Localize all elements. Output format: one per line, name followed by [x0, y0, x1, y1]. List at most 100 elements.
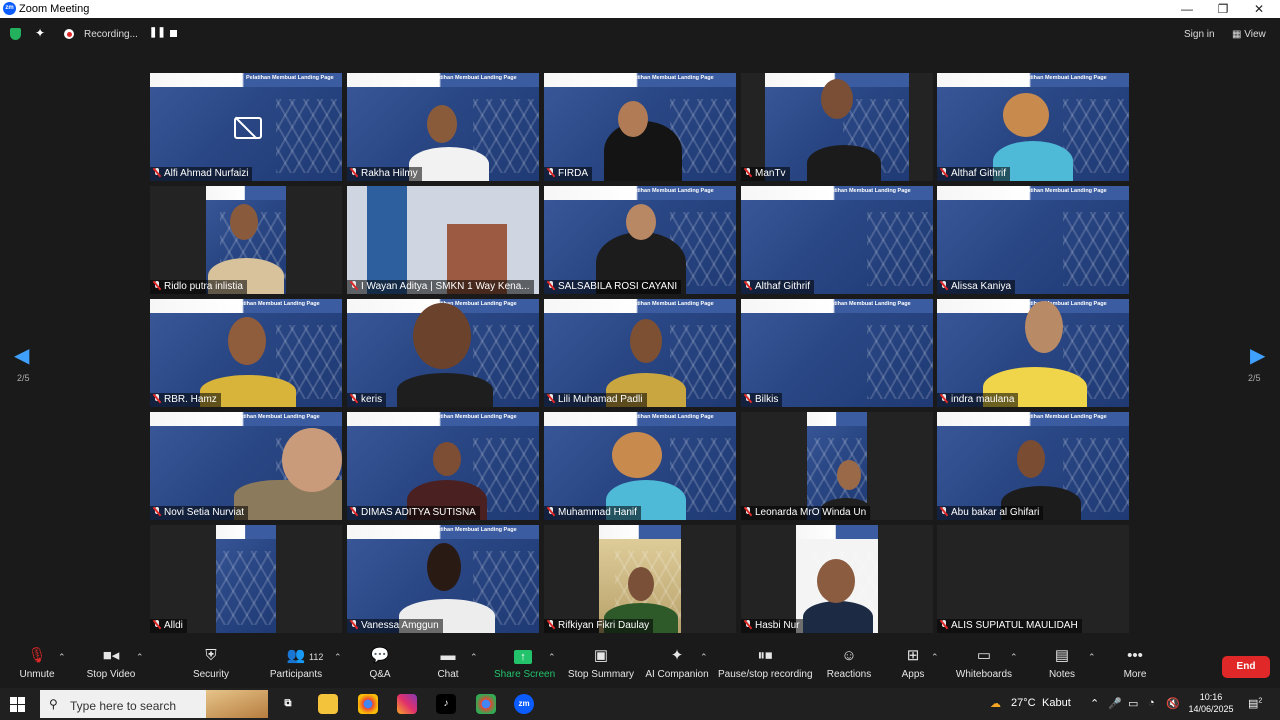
participants-options-chevron-icon[interactable]: ⌃	[334, 652, 342, 663]
banner-text: Pelatihan Membuat Landing Page	[1019, 75, 1107, 81]
apps-options-chevron-icon[interactable]: ⌃	[931, 652, 939, 663]
participant-tile[interactable]: ManTv	[741, 73, 933, 181]
chat-button[interactable]: ▬ Chat	[430, 640, 466, 688]
end-meeting-button[interactable]: End	[1222, 656, 1270, 678]
view-button[interactable]: ▦ View	[1232, 29, 1266, 40]
participant-name: Vanessa Amggun	[347, 619, 443, 633]
whiteboards-button[interactable]: ▭ Whiteboards	[954, 640, 1014, 688]
participant-tile[interactable]: Pelatihan Membuat Landing Page Bilkis	[741, 299, 933, 407]
prev-page-arrow-icon[interactable]: ◀	[14, 343, 29, 368]
sign-in-button[interactable]: Sign in	[1184, 29, 1215, 40]
participant-tile[interactable]: Pelatihan Membuat Landing Page Muhammad …	[544, 412, 736, 520]
recording-stop-button[interactable]	[170, 30, 177, 37]
chrome-icon[interactable]	[358, 694, 378, 714]
participant-tile[interactable]: Pelatihan Membuat Landing Page indra mau…	[937, 299, 1129, 407]
banner-text: Pelatihan Membuat Landing Page	[429, 414, 517, 420]
participant-tile[interactable]: Pelatihan Membuat Landing Page RBR. Hamz	[150, 299, 342, 407]
ai-options-chevron-icon[interactable]: ⌃	[700, 652, 708, 663]
encryption-shield-icon[interactable]	[10, 28, 21, 40]
participant-tile[interactable]: Pelatihan Membuat Landing Page Vanessa A…	[347, 525, 539, 633]
whiteboards-options-chevron-icon[interactable]: ⌃	[1010, 652, 1018, 663]
minimize-button[interactable]: —	[1170, 0, 1204, 18]
participant-tile[interactable]: Pelatihan Membuat Landing Page Abu bakar…	[937, 412, 1129, 520]
notes-button[interactable]: ▤ Notes	[1046, 640, 1078, 688]
participant-tile[interactable]: Pelatihan Membuat Landing Page Althaf Gi…	[937, 73, 1129, 181]
share-options-chevron-icon[interactable]: ⌃	[548, 652, 556, 663]
participant-tile[interactable]: Rifkiyan Fikri Daulay	[544, 525, 736, 633]
reactions-button[interactable]: ☺ Reactions	[826, 640, 872, 688]
task-view-icon[interactable]: ⧉	[278, 694, 298, 714]
unmute-options-chevron-icon[interactable]: ⌃	[58, 652, 66, 663]
tray-microphone-icon[interactable]: 🎤	[1108, 697, 1122, 710]
chat-icon: ▬	[440, 647, 456, 664]
zoom-taskbar-icon[interactable]: zm	[514, 694, 534, 714]
security-button[interactable]: ⛨ Security	[188, 640, 234, 688]
participant-tile[interactable]: Pelatihan Membuat Landing Page Alfi Ahma…	[150, 73, 342, 181]
share-screen-button[interactable]: ↑ Share Screen	[494, 640, 555, 688]
qa-button[interactable]: 💬 Q&A	[360, 640, 400, 688]
notification-count: 2	[1258, 697, 1263, 705]
participant-tile[interactable]: ALIS SUPIATUL MAULIDAH	[937, 525, 1129, 633]
participant-tile[interactable]: Pelatihan Membuat Landing Page DIMAS ADI…	[347, 412, 539, 520]
participant-name: FIRDA	[544, 167, 592, 181]
notes-options-chevron-icon[interactable]: ⌃	[1088, 652, 1096, 663]
participant-tile[interactable]: Pelatihan Membuat Landing Page SALSABILA…	[544, 186, 736, 294]
volume-muted-icon[interactable]: 🔇	[1166, 697, 1180, 710]
chrome-profile-icon[interactable]	[476, 694, 496, 714]
participant-tile[interactable]: Leonarda MrO Winda Un	[741, 412, 933, 520]
participant-tile[interactable]: Pelatihan Membuat Landing Page Novi Seti…	[150, 412, 342, 520]
network-icon[interactable]: ▭	[1128, 697, 1138, 710]
tray-chevron-icon[interactable]: ⌃	[1090, 697, 1099, 710]
taskbar-search-box[interactable]: ⚲ Type here to search	[40, 690, 268, 718]
participant-tile[interactable]: Pelatihan Membuat Landing Page keris	[347, 299, 539, 407]
weather-icon: ☁	[990, 698, 1001, 710]
participant-tile[interactable]: Pelatihan Membuat Landing Page Alissa Ka…	[937, 186, 1129, 294]
participant-tile[interactable]: Hasbi Nur	[741, 525, 933, 633]
participant-tile[interactable]: Pelatihan Membuat Landing Page Lili Muha…	[544, 299, 736, 407]
mic-muted-icon	[940, 281, 948, 290]
participant-name: SALSABILA ROSI CAYANI	[544, 280, 682, 294]
windows-start-icon[interactable]	[10, 697, 25, 712]
search-icon: ⚲	[49, 697, 58, 711]
more-button[interactable]: ••• More	[1118, 640, 1152, 688]
weather-temp[interactable]: 27°C	[1011, 697, 1036, 709]
search-placeholder: Type here to search	[70, 699, 177, 713]
file-explorer-icon[interactable]	[318, 694, 338, 714]
weather-condition[interactable]: Kabut	[1042, 697, 1071, 709]
recording-pause-button[interactable]: ❚❚	[149, 27, 166, 38]
banner-text: Pelatihan Membuat Landing Page	[246, 75, 334, 81]
participant-tile[interactable]: Pelatihan Membuat Landing Page FIRDA	[544, 73, 736, 181]
participant-tile[interactable]: Ridlo putra inlistia	[150, 186, 342, 294]
participant-tile[interactable]: Pelatihan Membuat Landing Page Rakha Hil…	[347, 73, 539, 181]
banner-text: Pelatihan Membuat Landing Page	[626, 75, 714, 81]
participant-tile[interactable]: Alldi	[150, 525, 342, 633]
video-options-chevron-icon[interactable]: ⌃	[136, 652, 144, 663]
chat-options-chevron-icon[interactable]: ⌃	[470, 652, 478, 663]
notification-icon[interactable]: ▤2	[1248, 697, 1262, 710]
participants-button[interactable]: 👥 Participants	[266, 640, 326, 688]
unmute-button[interactable]: 🎙 Unmute	[14, 640, 60, 688]
pause-stop-recording-button[interactable]: ⏸⏹ Pause/stop recording	[718, 640, 813, 688]
mic-muted-icon	[940, 620, 948, 629]
stop-video-button[interactable]: ■◂ Stop Video	[84, 640, 138, 688]
apps-button[interactable]: ⊞ Apps	[896, 640, 930, 688]
mic-muted-icon	[350, 281, 358, 290]
summary-icon: ▣	[593, 647, 609, 664]
share-screen-icon: ↑	[494, 645, 552, 665]
participant-tile[interactable]: I Wayan Aditya | SMKN 1 Way Kena...	[347, 186, 539, 294]
banner-text: Pelatihan Membuat Landing Page	[232, 414, 320, 420]
stop-summary-button[interactable]: ▣ Stop Summary	[566, 640, 636, 688]
wifi-icon[interactable]: ◔	[1148, 697, 1155, 709]
maximize-button[interactable]: ❐	[1206, 0, 1240, 18]
taskbar-clock[interactable]: 10:16 14/06/2025	[1186, 691, 1236, 715]
instagram-icon[interactable]	[397, 694, 417, 714]
zoom-logo-icon: zm	[3, 2, 16, 15]
tiktok-icon[interactable]: ♪	[436, 694, 456, 714]
participant-name: Lili Muhamad Padli	[544, 393, 647, 407]
next-page-arrow-icon[interactable]: ▶	[1250, 343, 1265, 368]
mic-muted-icon	[547, 168, 555, 177]
participant-tile[interactable]: Pelatihan Membuat Landing Page Althaf Gi…	[741, 186, 933, 294]
ai-companion-button[interactable]: ✦ AI Companion	[644, 640, 710, 688]
ai-spark-icon[interactable]: ✦	[35, 26, 45, 40]
close-button[interactable]: ✕	[1242, 0, 1276, 18]
